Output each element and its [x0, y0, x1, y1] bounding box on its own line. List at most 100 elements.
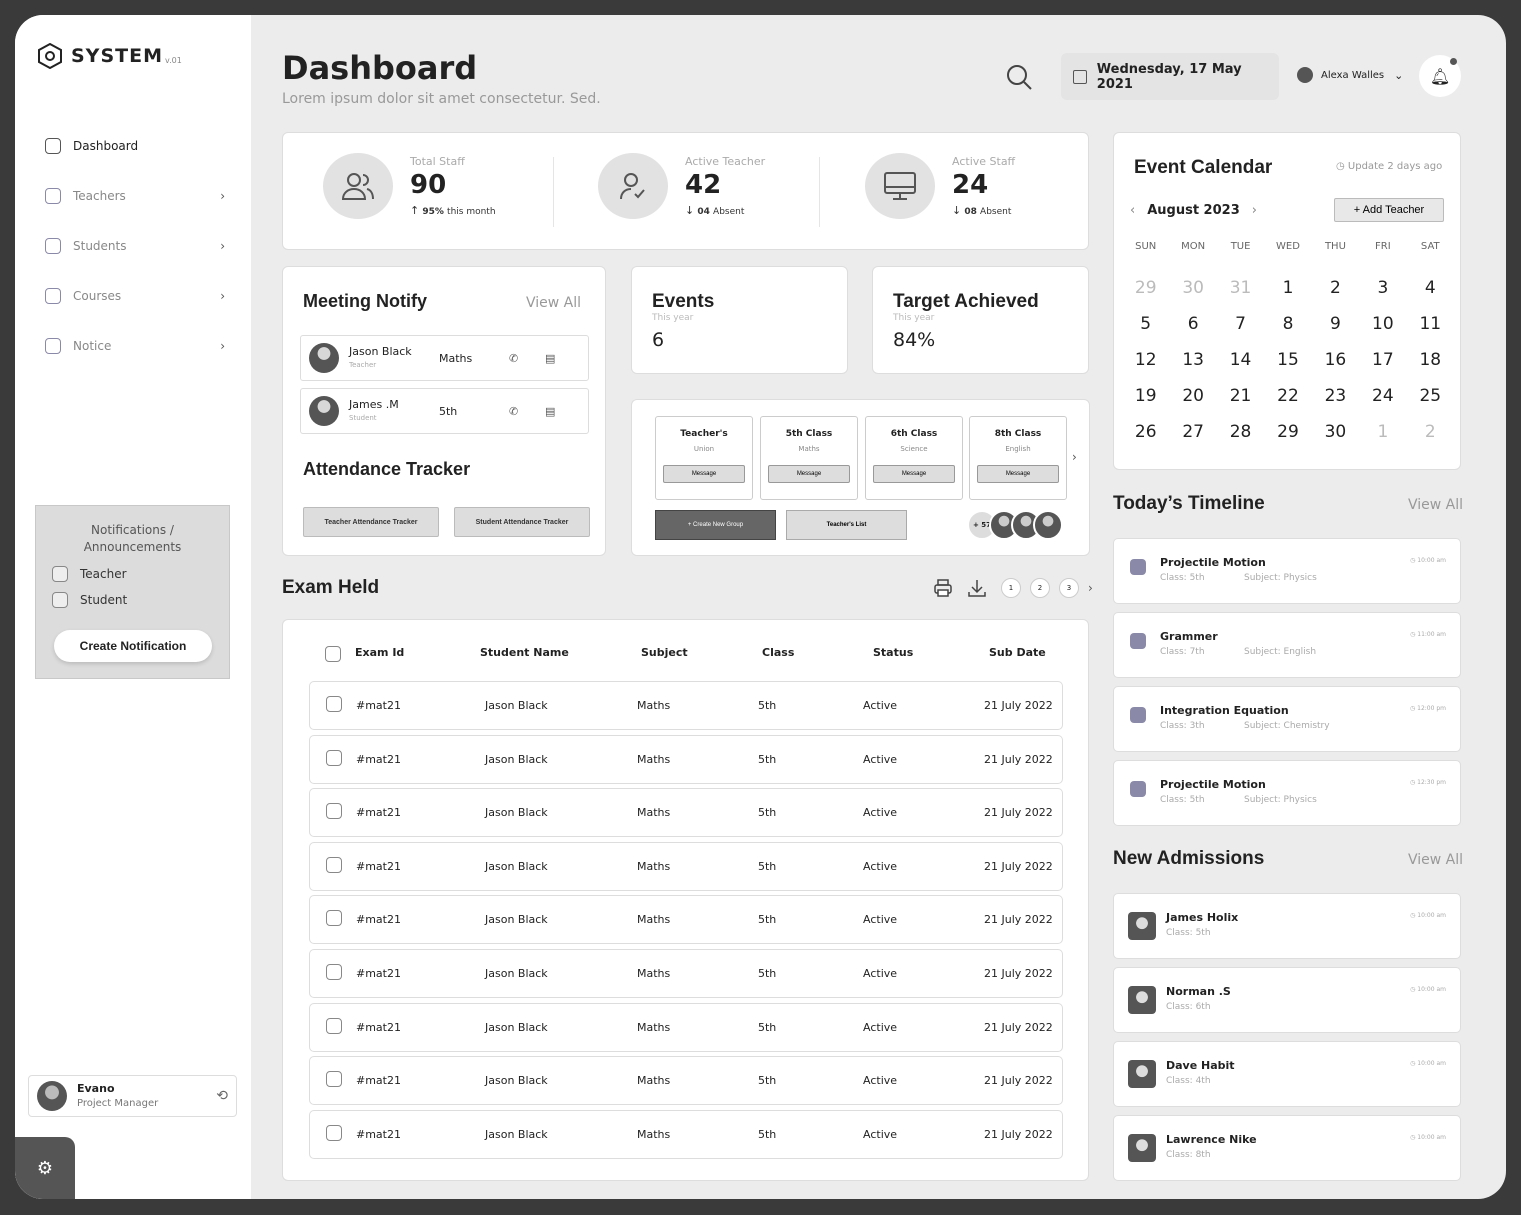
calendar-day[interactable]: 20: [1169, 386, 1216, 406]
calendar-day[interactable]: 13: [1169, 350, 1216, 370]
calendar-day[interactable]: 1: [1264, 278, 1311, 298]
row-checkbox[interactable]: [326, 803, 342, 820]
timeline-item[interactable]: Grammer Class: 7th Subject: English ◷ 11:00…: [1113, 612, 1461, 678]
teacher-list-button[interactable]: Teacher's List: [786, 510, 907, 540]
user-profile[interactable]: Evano Project Manager ⟲: [28, 1075, 237, 1117]
notify-teacher-option[interactable]: Teacher: [52, 566, 229, 582]
chevron-right-icon[interactable]: ›: [1072, 450, 1077, 464]
col-sub-date[interactable]: Sub Date: [989, 646, 1046, 659]
calendar-day[interactable]: 29: [1264, 422, 1311, 442]
calendar-day[interactable]: 21: [1217, 386, 1264, 406]
sidebar-item-notice[interactable]: Notice ›: [45, 321, 225, 371]
calendar-day[interactable]: 11: [1407, 314, 1454, 334]
calendar-day[interactable]: 6: [1169, 314, 1216, 334]
calendar-day[interactable]: 18: [1407, 350, 1454, 370]
sidebar-item-students[interactable]: Students ›: [45, 221, 225, 271]
calendar-day[interactable]: 8: [1264, 314, 1311, 334]
table-row[interactable]: #mat21 Jason Black Maths 5th Active 21 July 2…: [309, 1002, 1063, 1052]
calendar-day[interactable]: 29: [1122, 278, 1169, 298]
teacher-attendance-button[interactable]: Teacher Attendance Tracker: [303, 507, 439, 537]
col-status[interactable]: Status: [873, 646, 913, 659]
teacher-checkbox[interactable]: [52, 566, 68, 582]
calendar-day[interactable]: 19: [1122, 386, 1169, 406]
calendar-day[interactable]: 4: [1407, 278, 1454, 298]
meeting-view-all-link[interactable]: View All: [526, 295, 581, 311]
table-row[interactable]: #mat21 Jason Black Maths 5th Active 21 July 2…: [309, 1056, 1063, 1106]
search-icon[interactable]: [1005, 63, 1033, 91]
print-icon[interactable]: [933, 578, 953, 598]
page-button[interactable]: 1: [1001, 578, 1021, 598]
settings-button[interactable]: ⚙: [15, 1137, 75, 1199]
select-all-checkbox[interactable]: [325, 646, 341, 662]
timeline-item[interactable]: Integration Equation Class: 3th Subject: C…: [1113, 686, 1461, 752]
calendar-day[interactable]: 9: [1312, 314, 1359, 334]
calendar-day[interactable]: 27: [1169, 422, 1216, 442]
student-attendance-button[interactable]: Student Attendance Tracker: [454, 507, 590, 537]
message-icon[interactable]: ▤: [545, 352, 569, 365]
message-button[interactable]: Message: [663, 465, 745, 483]
row-checkbox[interactable]: [326, 749, 342, 766]
calendar-day[interactable]: 7: [1217, 314, 1264, 334]
chevron-left-icon[interactable]: ‹: [1130, 203, 1135, 218]
timeline-item[interactable]: Projectile Motion Class: 5th Subject: Phys…: [1113, 538, 1461, 604]
row-checkbox[interactable]: [326, 1071, 342, 1088]
phone-icon[interactable]: ✆: [509, 352, 533, 365]
create-group-button[interactable]: + Create New Group: [655, 510, 776, 540]
member-avatars[interactable]: + 57: [967, 510, 1063, 540]
calendar-day[interactable]: 14: [1217, 350, 1264, 370]
student-checkbox[interactable]: [52, 592, 68, 608]
calendar-day[interactable]: 1: [1359, 422, 1406, 442]
row-checkbox[interactable]: [326, 1017, 342, 1034]
col-student-name[interactable]: Student Name: [480, 646, 569, 659]
user-menu[interactable]: Alexa Walles ⌄: [1297, 67, 1403, 83]
col-exam-id[interactable]: Exam Id: [355, 646, 404, 659]
calendar-day[interactable]: 24: [1359, 386, 1406, 406]
calendar-day[interactable]: 30: [1169, 278, 1216, 298]
message-icon[interactable]: ▤: [545, 405, 569, 418]
row-checkbox[interactable]: [326, 1124, 342, 1141]
col-class[interactable]: Class: [762, 646, 794, 659]
phone-icon[interactable]: ✆: [509, 405, 533, 418]
calendar-day[interactable]: 10: [1359, 314, 1406, 334]
calendar-day[interactable]: 22: [1264, 386, 1311, 406]
calendar-day[interactable]: 26: [1122, 422, 1169, 442]
download-icon[interactable]: [967, 578, 987, 598]
add-teacher-button[interactable]: + Add Teacher: [1334, 198, 1444, 222]
notifications-button[interactable]: 🔔︎: [1419, 55, 1461, 97]
row-checkbox[interactable]: [326, 964, 342, 980]
col-subject[interactable]: Subject: [641, 646, 688, 659]
message-button[interactable]: Message: [873, 465, 955, 483]
table-row[interactable]: #mat21 Jason Black Maths 5th Active 21 July 2…: [309, 895, 1063, 945]
table-row[interactable]: #mat21 Jason Black Maths 5th Active 21 July 2…: [309, 1109, 1063, 1159]
admissions-view-all-link[interactable]: View All: [1408, 852, 1463, 868]
table-row[interactable]: #mat21 Jason Black Maths 5th Active 21 July 2…: [309, 681, 1063, 730]
timeline-view-all-link[interactable]: View All: [1408, 497, 1463, 513]
table-row[interactable]: #mat21 Jason Black Maths 5th Active 21 July 2…: [309, 949, 1063, 998]
notify-student-option[interactable]: Student: [52, 592, 229, 608]
calendar-day[interactable]: 31: [1217, 278, 1264, 298]
row-checkbox[interactable]: [326, 856, 342, 873]
calendar-day[interactable]: 2: [1407, 422, 1454, 442]
admission-item[interactable]: Dave Habit Class: 4th ◷ 10:00 am: [1113, 1041, 1461, 1107]
calendar-day[interactable]: 25: [1407, 386, 1454, 406]
chevron-right-icon[interactable]: ›: [1252, 203, 1257, 218]
row-checkbox[interactable]: [326, 696, 342, 712]
calendar-day[interactable]: 16: [1312, 350, 1359, 370]
month-switcher[interactable]: ‹ August 2023 ›: [1130, 203, 1257, 218]
calendar-day[interactable]: 23: [1312, 386, 1359, 406]
calendar-day[interactable]: 28: [1217, 422, 1264, 442]
admission-item[interactable]: James Holix Class: 5th ◷ 10:00 am: [1113, 893, 1461, 959]
calendar-day[interactable]: 15: [1264, 350, 1311, 370]
calendar-day[interactable]: 12: [1122, 350, 1169, 370]
page-button[interactable]: 3: [1059, 578, 1079, 598]
admission-item[interactable]: Norman .S Class: 6th ◷ 10:00 am: [1113, 967, 1461, 1033]
date-picker[interactable]: Wednesday, 17 May 2021: [1061, 53, 1279, 100]
calendar-day[interactable]: 2: [1312, 278, 1359, 298]
logout-icon[interactable]: ⟲: [216, 1088, 228, 1104]
meeting-row[interactable]: James .M Student 5th ✆ ▤: [300, 388, 589, 434]
create-notification-button[interactable]: Create Notification: [54, 630, 212, 662]
table-row[interactable]: #mat21 Jason Black Maths 5th Active 21 July 2…: [309, 734, 1063, 784]
table-row[interactable]: #mat21 Jason Black Maths 5th Active 21 July 2…: [309, 788, 1063, 838]
chevron-right-icon[interactable]: ›: [1088, 581, 1093, 595]
calendar-day[interactable]: 5: [1122, 314, 1169, 334]
